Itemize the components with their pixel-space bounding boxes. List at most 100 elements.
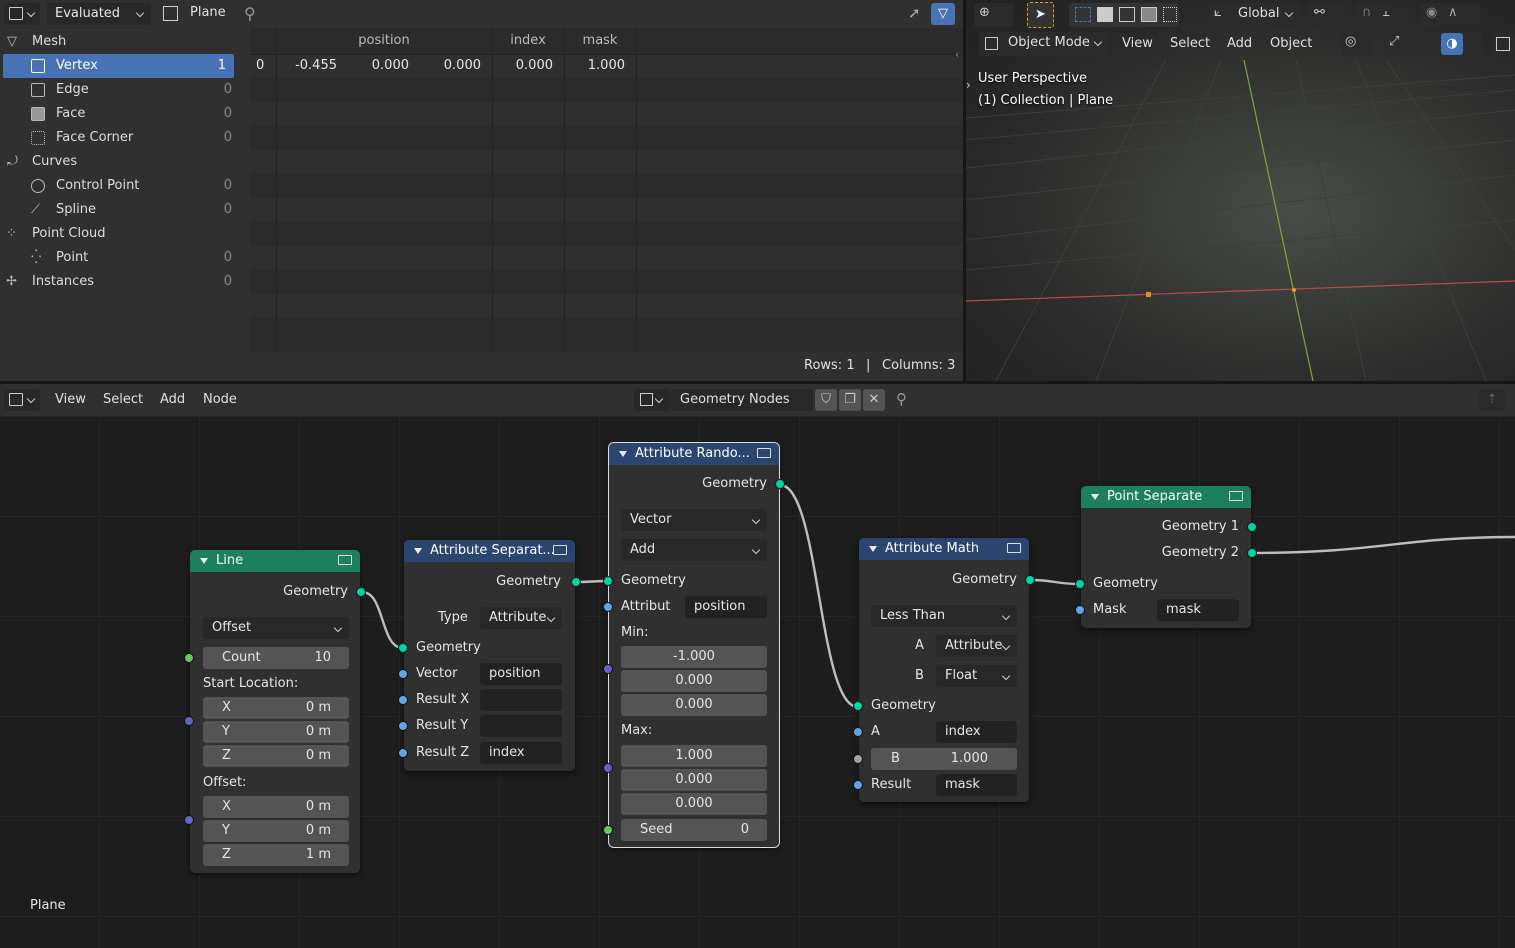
xray-toggle[interactable] [1492,32,1515,56]
offset-socket[interactable] [184,815,194,825]
line-mode-dropdown[interactable]: Offset [203,617,349,639]
object-mode-dropdown[interactable]: Object Mode [979,32,1109,56]
input-geometry-socket[interactable] [853,701,863,711]
max-x-field[interactable]: 1.000 [621,745,767,767]
select-mode-buttons[interactable] [1069,3,1179,27]
operation-dropdown[interactable]: Add [621,539,767,561]
menu-add[interactable]: Add [160,392,185,407]
min-socket[interactable] [603,664,613,674]
operation-dropdown[interactable]: Less Than [871,605,1017,627]
start-x-field[interactable]: X0 m [203,697,349,719]
start-z-field[interactable]: Z0 m [203,745,349,767]
data-type-dropdown[interactable]: Vector [621,509,767,531]
seed-field[interactable]: Seed 0 [621,819,767,841]
count-field[interactable]: Count 10 [203,647,349,669]
point-separate-header[interactable]: Point Separate [1081,486,1251,508]
duplicate-icon[interactable]: ❐ [839,389,861,411]
node-tree-name-field[interactable]: Geometry Nodes [671,389,813,411]
tree-item-face[interactable]: Face 0 [0,102,240,126]
evaluation-mode-dropdown[interactable]: Evaluated [47,3,151,25]
pin-icon[interactable]: ⚲ [896,390,907,408]
attribute-math-header[interactable]: Attribute Math [859,538,1029,560]
output-geometry-socket[interactable] [356,587,366,597]
attribute-math-node[interactable]: Attribute Math Geometry Less Than A Attr… [853,538,1035,802]
line-node[interactable]: Line Geometry Offset Count 10 Start Loca… [184,550,366,873]
snap-buttons[interactable]: ∩ ⫠ [1356,3,1408,27]
column-header-index[interactable]: index [492,28,564,54]
result-socket[interactable] [853,780,863,790]
editor-type-button[interactable] [4,389,40,411]
result-x-field[interactable] [480,689,562,711]
offset-y-field[interactable]: Y0 m [203,820,349,842]
input-geometry-socket[interactable] [1075,579,1085,589]
gizmo-toggle[interactable]: ⤢ [1384,32,1424,56]
tree-item-edge[interactable]: Edge 0 [0,78,240,102]
offset-z-field[interactable]: Z1 m [203,844,349,866]
vector-attribute-field[interactable]: position [480,663,562,685]
menu-select[interactable]: Select [103,392,143,407]
min-z-field[interactable]: 0.000 [621,694,767,716]
input-b-socket[interactable] [853,754,863,764]
parent-node-tree-icon[interactable]: ⇡ [1479,389,1505,411]
proportional-edit-buttons[interactable]: ◉ ∧ [1420,3,1480,27]
seed-socket[interactable] [603,825,613,835]
input-b-type-dropdown[interactable]: Float [936,665,1017,687]
pivot-dropdown[interactable]: ⚯ [1309,3,1345,27]
input-a-attribute-field[interactable]: index [936,721,1017,743]
type-dropdown[interactable]: Attribute [480,607,562,629]
input-geometry-socket[interactable] [603,576,613,586]
attribute-separate-node[interactable]: Attribute Separat... Geometry Type Attri… [398,540,581,771]
input-a-type-dropdown[interactable]: Attribute [936,635,1017,657]
input-b-value-field[interactable]: B 1.000 [871,748,1017,770]
input-a-socket[interactable] [853,727,863,737]
attribute-randomize-header[interactable]: Attribute Rando... [609,443,779,465]
attribute-socket[interactable] [603,602,613,612]
transform-gizmo-button[interactable]: ⊕ [974,3,1014,27]
result-x-socket[interactable] [398,695,408,705]
output-geometry-socket[interactable] [571,577,581,587]
column-header-position[interactable]: position [276,28,492,54]
column-header-mask[interactable]: mask [564,28,636,54]
orientation-dropdown[interactable]: ⟀ Global [1208,3,1300,27]
expand-arrow-icon[interactable]: › [966,78,971,92]
tree-item-control-point[interactable]: Control Point 0 [0,174,240,198]
visibility-dropdown[interactable]: ◎ [1341,32,1373,56]
output-geometry-socket[interactable] [1025,575,1035,585]
menu-add[interactable]: Add [1227,36,1252,51]
preview-monitor-icon[interactable] [757,448,771,458]
menu-view[interactable]: View [55,392,86,407]
selection-filter-icon[interactable]: ➚ [908,4,930,24]
result-y-socket[interactable] [398,721,408,731]
3d-viewport[interactable]: ⊕ ➤ ⟀ Global ⚯ ∩ ⫠ ◉ ∧ Object Mode View … [966,0,1515,381]
filter-icon[interactable]: ▽ [931,3,955,25]
mask-socket[interactable] [1075,605,1085,615]
input-geometry-socket[interactable] [398,643,408,653]
result-z-socket[interactable] [398,748,408,758]
vector-socket[interactable] [398,669,408,679]
line-node-header[interactable]: Line [190,550,360,572]
collapse-arrow-icon[interactable]: ‹ [955,48,959,61]
menu-object[interactable]: Object [1270,36,1312,51]
output-geometry-2-socket[interactable] [1247,548,1257,558]
node-tree-browse-button[interactable] [634,389,670,411]
min-y-field[interactable]: 0.000 [621,670,767,692]
tree-item-vertex[interactable]: Vertex 1 [3,54,234,78]
select-tool-button[interactable]: ➤ [1027,2,1054,28]
menu-select[interactable]: Select [1170,36,1210,51]
pin-icon[interactable]: ⚲ [244,4,256,23]
close-icon[interactable]: ✕ [863,389,885,411]
max-y-field[interactable]: 0.000 [621,769,767,791]
preview-monitor-icon[interactable] [1229,491,1243,501]
preview-monitor-icon[interactable] [553,545,567,555]
fake-user-shield-icon[interactable]: ⛉ [815,389,837,411]
tree-item-mesh[interactable]: ▽ Mesh [0,30,240,54]
attribute-name-field[interactable]: position [685,596,767,618]
result-z-field[interactable]: index [480,742,562,764]
tree-item-point[interactable]: ⁛ Point 0 [0,246,240,270]
preview-monitor-icon[interactable] [1007,543,1021,553]
output-geometry-1-socket[interactable] [1247,522,1257,532]
tree-item-curves[interactable]: ⤾ Curves [0,150,240,174]
preview-monitor-icon[interactable] [338,555,352,565]
start-location-socket[interactable] [184,716,194,726]
output-geometry-socket[interactable] [775,479,785,489]
